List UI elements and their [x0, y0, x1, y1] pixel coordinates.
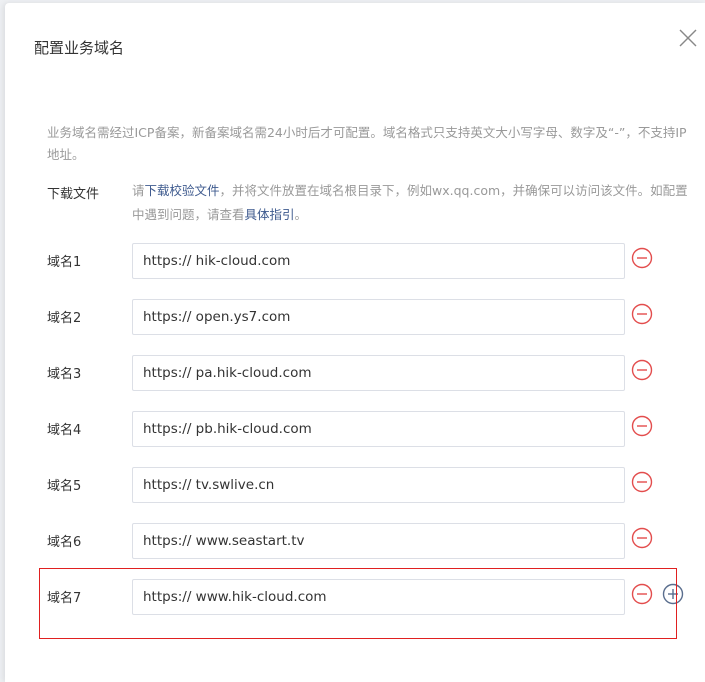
domain-label-4: 域名4 [47, 423, 82, 438]
download-file-label: 下载文件 [47, 187, 100, 202]
plus-circle-icon [662, 583, 684, 605]
minus-circle-icon [631, 415, 653, 437]
domain-label-5: 域名5 [47, 479, 82, 494]
domain-label-2: 域名2 [47, 311, 82, 326]
domain-input-3[interactable] [132, 355, 625, 391]
dialog-title: 配置业务域名 [34, 39, 125, 57]
remove-domain-7-button[interactable] [631, 583, 653, 605]
download-text-before: 请 [132, 183, 145, 198]
domain-label-7: 域名7 [47, 591, 82, 606]
minus-circle-icon [631, 527, 653, 549]
minus-circle-icon [631, 247, 653, 269]
download-file-description: 请下载校验文件，并将文件放置在域名根目录下，例如wx.qq.com，并确保可以访… [132, 179, 692, 227]
minus-circle-icon [631, 303, 653, 325]
download-text-end: 。 [294, 207, 308, 222]
remove-domain-6-button[interactable] [631, 527, 653, 549]
minus-circle-icon [631, 359, 653, 381]
add-domain-button[interactable] [662, 583, 684, 605]
remove-domain-2-button[interactable] [631, 303, 653, 325]
domain-notice: 业务域名需经过ICP备案，新备案域名需24小时后才可配置。域名格式只支持英文大小… [47, 125, 687, 162]
domain-input-7[interactable] [132, 579, 625, 615]
guide-link[interactable]: 具体指引 [245, 207, 295, 222]
domain-label-6: 域名6 [47, 535, 82, 550]
minus-circle-icon [631, 583, 653, 605]
domain-label-1: 域名1 [47, 255, 82, 270]
remove-domain-4-button[interactable] [631, 415, 653, 437]
remove-domain-1-button[interactable] [631, 247, 653, 269]
domain-input-1[interactable] [132, 243, 625, 279]
domain-label-3: 域名3 [47, 367, 82, 382]
minus-circle-icon [631, 471, 653, 493]
configure-domain-dialog: 配置业务域名 业务域名需经过ICP备案，新备案域名需24小时后才可配置。域名格式… [5, 3, 705, 682]
domain-input-4[interactable] [132, 411, 625, 447]
remove-domain-5-button[interactable] [631, 471, 653, 493]
close-icon[interactable] [677, 27, 699, 49]
domain-input-6[interactable] [132, 523, 625, 559]
domain-input-2[interactable] [132, 299, 625, 335]
download-verification-file-link[interactable]: 下载校验文件 [145, 183, 220, 198]
domain-input-5[interactable] [132, 467, 625, 503]
remove-domain-3-button[interactable] [631, 359, 653, 381]
